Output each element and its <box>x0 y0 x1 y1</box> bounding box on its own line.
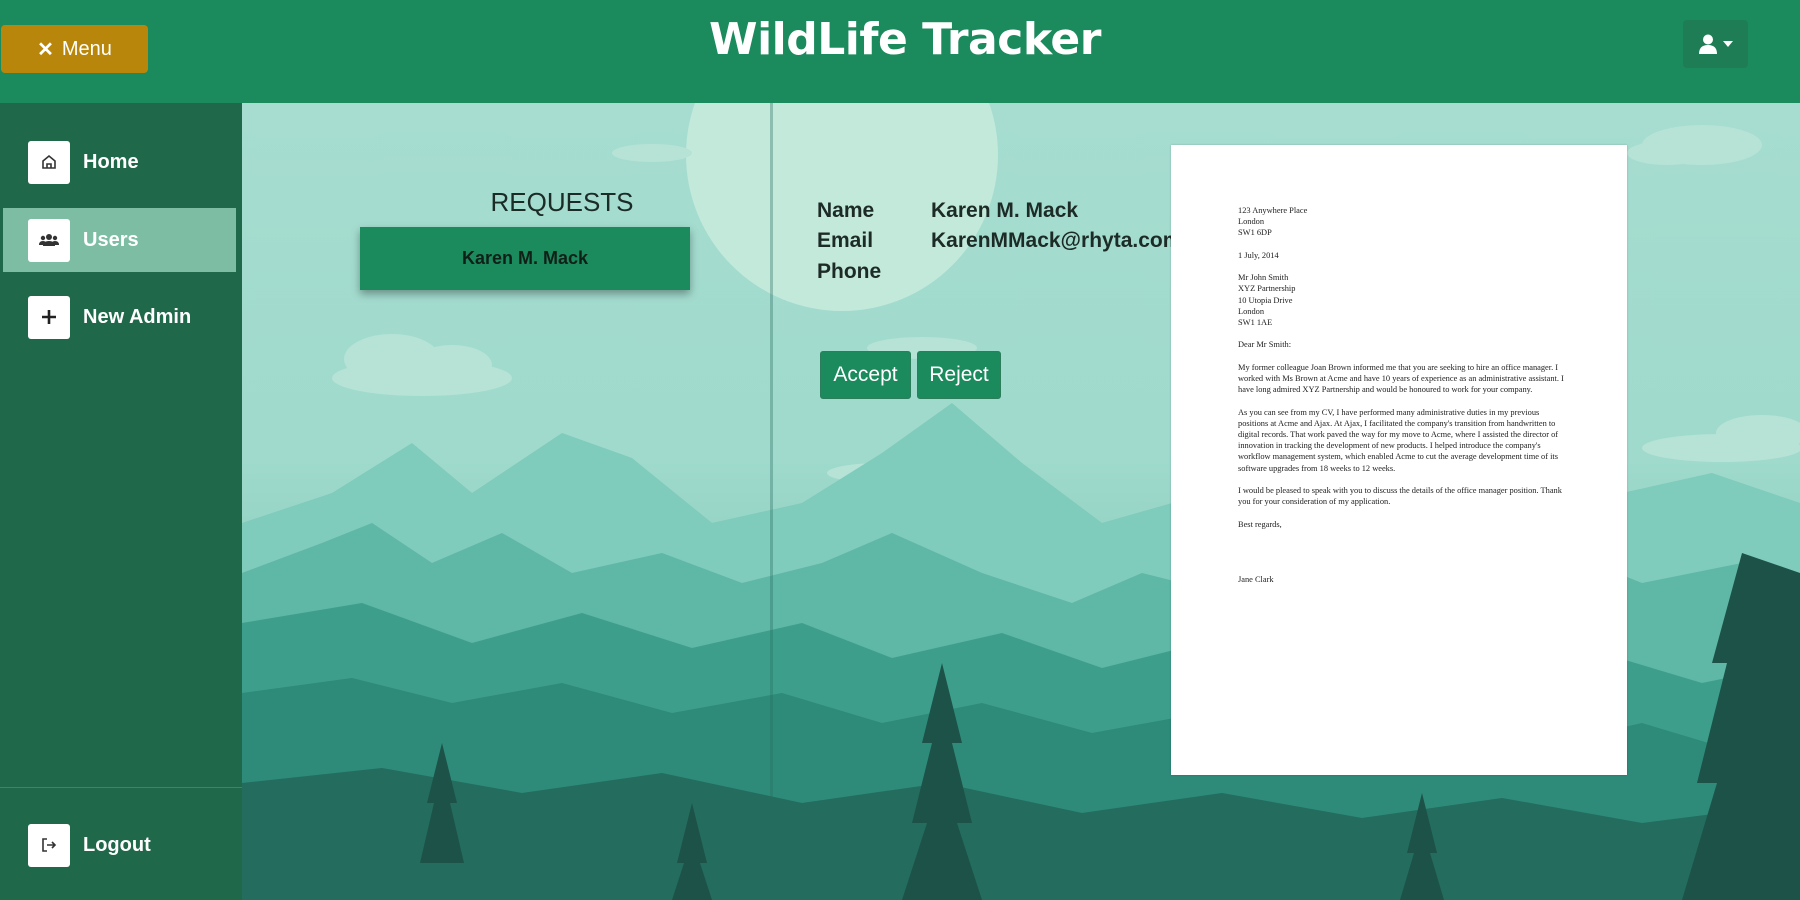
letter-closing: Best regards, <box>1238 519 1282 529</box>
sidebar-item-label: Logout <box>83 833 151 856</box>
app-title: WildLife Tracker <box>709 14 1101 65</box>
sidebar-divider <box>0 787 242 788</box>
logout-icon <box>28 823 70 867</box>
letter-paragraph: I would be pleased to speak with you to … <box>1238 485 1562 507</box>
user-icon <box>1698 34 1717 54</box>
cover-letter-text: 123 Anywhere Place London SW1 6DP 1 July… <box>1238 205 1568 596</box>
sidebar-item-logout[interactable]: Logout <box>0 813 242 877</box>
main-content: REQUESTS Karen M. Mack Name Karen M. Mac… <box>242 103 1800 900</box>
letter-sender-address: 123 Anywhere Place London SW1 6DP <box>1238 206 1308 238</box>
sidebar: Home Users New Admin Logout <box>0 103 242 900</box>
users-icon <box>28 218 70 262</box>
letter-signature: Jane Clark <box>1238 574 1274 584</box>
phone-label: Phone <box>817 260 882 283</box>
letter-paragraph: My former colleague Joan Brown informed … <box>1238 362 1564 395</box>
document-preview: 123 Anywhere Place London SW1 6DP 1 July… <box>1171 145 1627 775</box>
plus-icon <box>28 295 70 339</box>
sidebar-item-label: Users <box>83 228 139 251</box>
letter-paragraph: As you can see from my CV, I have perfor… <box>1238 407 1559 473</box>
sidebar-item-label: New Admin <box>83 305 192 328</box>
name-value: Karen M. Mack <box>931 199 1079 222</box>
name-label: Name <box>817 199 875 222</box>
caret-down-icon <box>1722 41 1733 47</box>
letter-date: 1 July, 2014 <box>1238 250 1279 260</box>
email-value: KarenMMack@rhyta.com <box>931 229 1182 252</box>
sidebar-item-users[interactable]: Users <box>3 208 236 272</box>
sidebar-item-home[interactable]: Home <box>0 130 242 194</box>
accept-button[interactable]: Accept <box>820 351 911 399</box>
sidebar-item-new-admin[interactable]: New Admin <box>0 285 242 349</box>
request-item[interactable]: Karen M. Mack <box>360 227 690 290</box>
user-dropdown-button[interactable] <box>1683 20 1748 68</box>
home-icon <box>28 140 70 184</box>
letter-recipient-address: Mr John Smith XYZ Partnership 10 Utopia … <box>1238 273 1296 327</box>
email-label: Email <box>817 229 874 252</box>
sidebar-item-label: Home <box>83 150 139 173</box>
requests-title: REQUESTS <box>490 187 634 217</box>
letter-salutation: Dear Mr Smith: <box>1238 340 1292 350</box>
reject-button[interactable]: Reject <box>917 351 1001 399</box>
top-header: ✕ Menu WildLife Tracker <box>0 0 1800 103</box>
panel-divider <box>770 103 773 900</box>
